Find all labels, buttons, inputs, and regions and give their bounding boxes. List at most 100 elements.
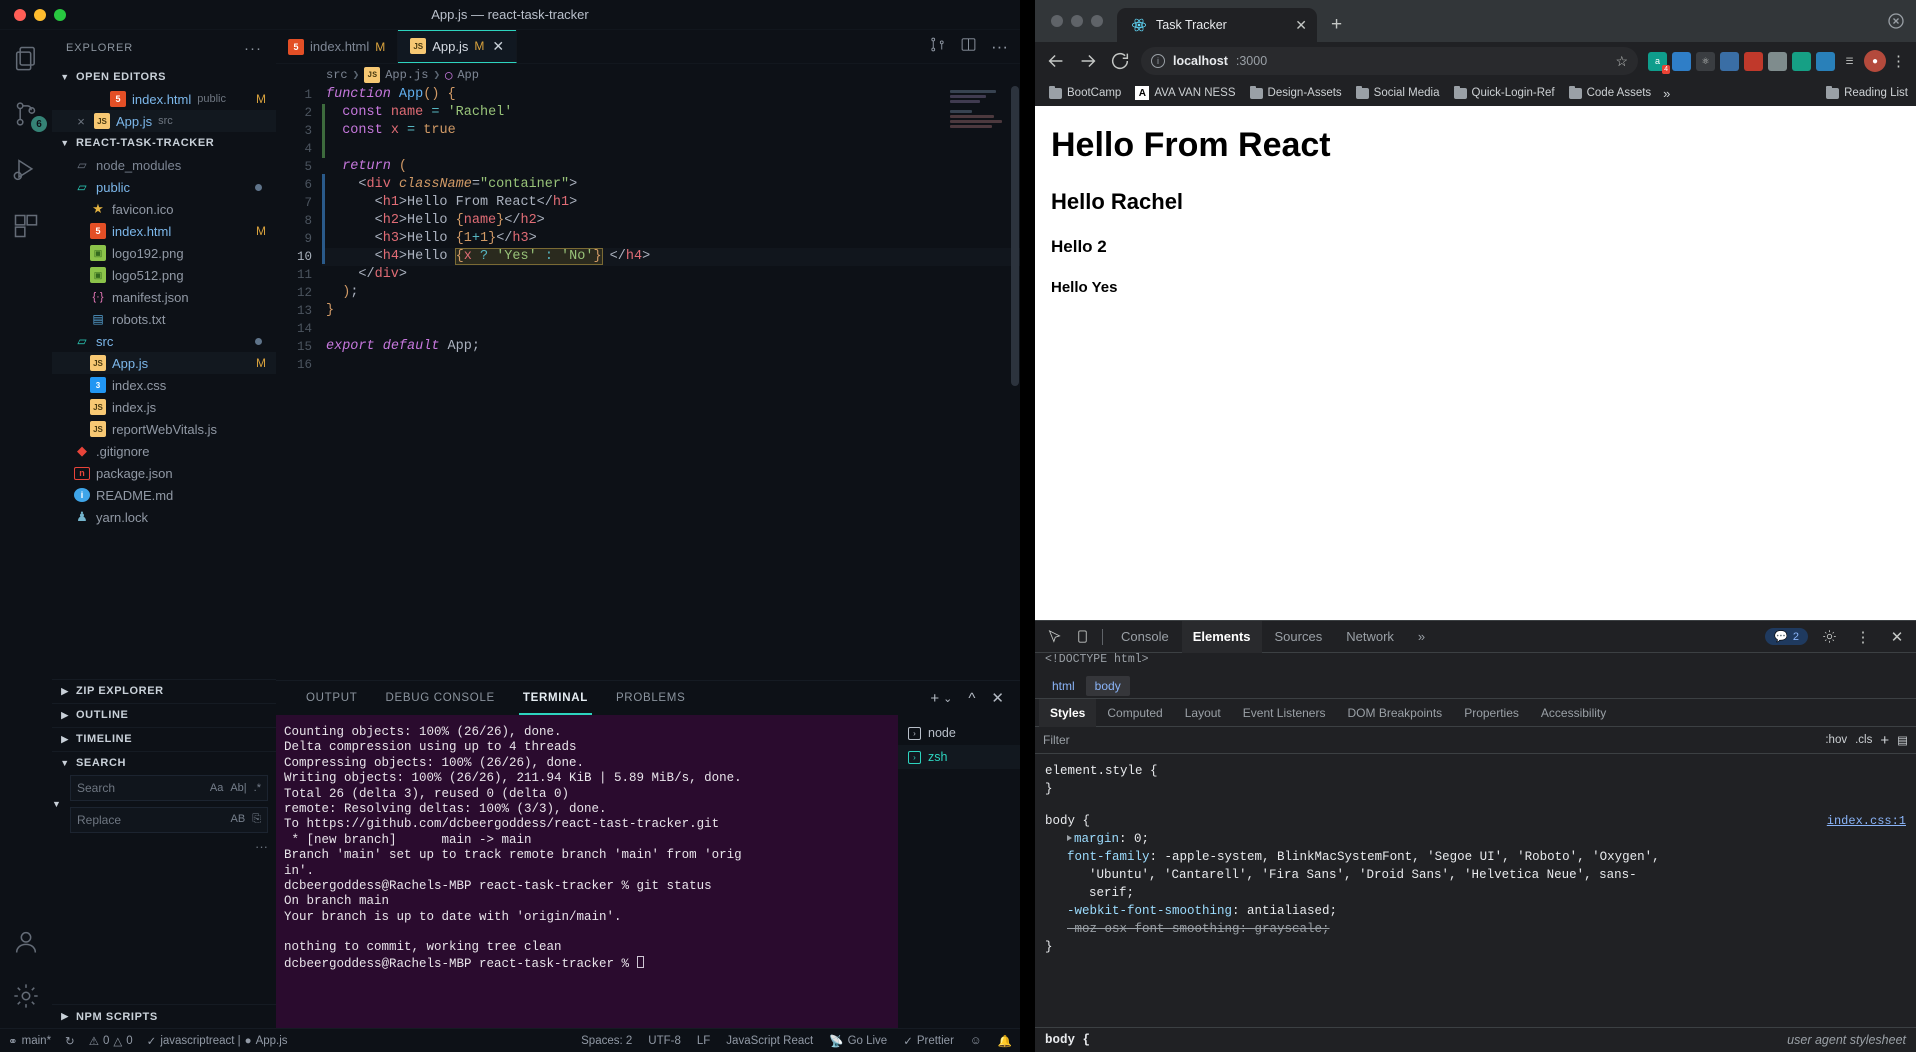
dom-tree-line[interactable]: <!DOCTYPE html> <box>1035 653 1916 673</box>
tab-computed[interactable]: Computed <box>1096 699 1173 727</box>
regex-icon[interactable]: .* <box>254 782 261 794</box>
status-encoding[interactable]: UTF-8 <box>648 1035 681 1047</box>
accounts-icon[interactable] <box>12 928 40 956</box>
bookmark-design-assets[interactable]: Design-Assets <box>1244 85 1348 101</box>
tab-output[interactable]: OUTPUT <box>292 681 371 715</box>
device-toolbar-icon[interactable] <box>1069 625 1095 649</box>
bookmark-quick-login-ref[interactable]: Quick-Login-Ref <box>1448 85 1561 101</box>
section-zip-explorer[interactable]: ▶ ZIP EXPLORER <box>52 678 276 703</box>
tab-properties[interactable]: Properties <box>1453 699 1530 727</box>
tree-item-node-modules[interactable]: ▱ node_modules <box>52 154 276 176</box>
new-terminal-icon[interactable]: + <box>930 690 939 707</box>
css-property[interactable]: margin <box>1074 832 1119 846</box>
css-property-disabled[interactable]: -moz-osx-font-smoothing <box>1067 922 1240 936</box>
terminal-session-zsh[interactable]: › zsh <box>898 745 1020 769</box>
extension-icon-window[interactable] <box>1720 51 1739 71</box>
close-icon[interactable]: × <box>74 114 88 129</box>
source-control-icon[interactable]: 6 <box>12 100 47 132</box>
browser-menu-icon[interactable]: ⋮ <box>1891 52 1906 70</box>
css-value-disabled[interactable]: grayscale; <box>1255 922 1330 936</box>
rule-body[interactable]: index.css:1 body { margin: 0; font-family… <box>1045 812 1906 956</box>
css-value[interactable]: antialiased; <box>1247 904 1337 918</box>
terminal-dropdown-icon[interactable]: ⌄ <box>943 692 952 705</box>
match-word-icon[interactable]: Ab| <box>230 782 246 794</box>
styles-rules[interactable]: element.style { } index.css:1 body { marg… <box>1035 754 1916 1027</box>
extension-icon-list[interactable]: ☰ <box>1840 52 1859 71</box>
extension-icon-pin[interactable] <box>1816 51 1835 71</box>
open-editor-index-html[interactable]: 5 index.html public M <box>52 88 276 110</box>
minimap[interactable] <box>950 90 1012 136</box>
section-search[interactable]: ▼ SEARCH <box>52 750 276 775</box>
tab-overflow-icon[interactable]: » <box>1407 621 1436 653</box>
replace-input[interactable]: Replace AB ⎘ <box>70 806 268 833</box>
tab-dom-breakpoints[interactable]: DOM Breakpoints <box>1336 699 1453 727</box>
extension-icon-a[interactable]: a4 <box>1648 51 1670 74</box>
editor-more-icon[interactable]: ··· <box>991 38 1008 55</box>
tree-item-src[interactable]: ▱ src <box>52 330 276 352</box>
status-eslint[interactable]: ✓ javascriptreact | ● App.js <box>147 1034 288 1048</box>
notifications-bell-icon[interactable]: 🔔 <box>998 1034 1012 1048</box>
section-open-editors[interactable]: ▼ OPEN EDITORS <box>52 66 276 88</box>
reload-icon[interactable] <box>1109 50 1131 72</box>
section-timeline[interactable]: ▶ TIMELINE <box>52 726 276 751</box>
expand-icon[interactable] <box>1067 835 1072 841</box>
tree-item-robots-txt[interactable]: ▤ robots.txt <box>52 308 276 330</box>
tab-sources[interactable]: Sources <box>1264 621 1334 653</box>
css-property[interactable]: font-family <box>1067 850 1150 864</box>
computed-sidebar-toggle-icon[interactable]: ▤ <box>1897 733 1908 747</box>
bookmarks-overflow-icon[interactable]: » <box>1659 86 1674 101</box>
explorer-more-icon[interactable]: ··· <box>244 40 262 57</box>
crumb-html[interactable]: html <box>1043 676 1084 696</box>
preserve-case-icon[interactable]: AB <box>231 813 246 826</box>
status-problems[interactable]: ⚠ 0 △ 0 <box>89 1034 133 1048</box>
new-tab-button[interactable]: + <box>1331 14 1342 36</box>
css-value[interactable]: 0; <box>1134 832 1149 846</box>
extension-icon-tool[interactable] <box>1768 51 1787 71</box>
breadcrumb-folder[interactable]: src <box>326 68 348 82</box>
tree-item-index-html[interactable]: 5 index.html M <box>52 220 276 242</box>
hov-button[interactable]: :hov <box>1825 734 1847 746</box>
tree-item-yarn-lock[interactable]: ♟ yarn.lock <box>52 506 276 528</box>
cls-button[interactable]: .cls <box>1855 734 1872 746</box>
browser-tab[interactable]: Task Tracker ✕ <box>1117 8 1317 42</box>
settings-gear-icon[interactable] <box>12 982 40 1010</box>
window-traffic-lights[interactable] <box>14 8 66 21</box>
tab-accessibility[interactable]: Accessibility <box>1530 699 1617 727</box>
tree-item-reportwebvitals-js[interactable]: JS reportWebVitals.js <box>52 418 276 440</box>
status-spaces[interactable]: Spaces: 2 <box>581 1035 632 1047</box>
avatar[interactable]: ● <box>1864 50 1886 72</box>
dom-breadcrumbs[interactable]: html body <box>1035 673 1916 699</box>
inspect-element-icon[interactable] <box>1041 625 1067 649</box>
close-tab-icon[interactable]: ✕ <box>492 38 504 55</box>
tree-item-package-json[interactable]: n package.json <box>52 462 276 484</box>
close-window-button[interactable] <box>14 8 26 21</box>
run-debug-icon[interactable] <box>12 156 40 184</box>
breadcrumb-file[interactable]: App.js <box>385 68 428 82</box>
toggle-replace-icon[interactable]: ▼ <box>52 775 70 809</box>
search-input[interactable]: Search Aa Ab| .* <box>70 774 268 801</box>
tab-problems[interactable]: PROBLEMS <box>602 681 700 715</box>
extension-icon-teal[interactable] <box>1792 51 1811 71</box>
search-more-icon[interactable]: ··· <box>70 839 268 854</box>
status-prettier[interactable]: ✓ Prettier <box>903 1034 954 1048</box>
css-property[interactable]: -webkit-font-smoothing <box>1067 904 1232 918</box>
status-eol[interactable]: LF <box>697 1035 710 1047</box>
tab-index-html[interactable]: 5 index.html M <box>276 30 399 63</box>
tab-layout[interactable]: Layout <box>1174 699 1232 727</box>
close-tab-icon[interactable]: ✕ <box>1279 17 1307 34</box>
bookmark-bootcamp[interactable]: BootCamp <box>1043 85 1127 101</box>
tab-console[interactable]: Console <box>1110 621 1180 653</box>
status-sync[interactable]: ↻ <box>65 1034 75 1048</box>
tree-item-logo512-png[interactable]: ▣ logo512.png <box>52 264 276 286</box>
tab-terminal[interactable]: TERMINAL <box>509 681 602 715</box>
extension-icon-red[interactable] <box>1744 51 1763 71</box>
activity-bar[interactable]: 6 <box>0 30 52 1028</box>
tab-debug-console[interactable]: DEBUG CONSOLE <box>371 681 508 715</box>
bookmark-social-media[interactable]: Social Media <box>1350 85 1446 101</box>
code-lines[interactable]: function App() { const name = 'Rachel' c… <box>322 86 1020 374</box>
code-editor[interactable]: 1 2 3 4 5 6 7 8 9 10 11 12 13 14 15 16 function App() {… <box>276 86 1020 680</box>
tree-item-index-js[interactable]: JS index.js <box>52 396 276 418</box>
filter-input[interactable]: Filter <box>1043 733 1817 747</box>
settings-gear-icon[interactable] <box>1816 625 1842 649</box>
css-value[interactable]: -apple-system, BlinkMacSystemFont, 'Sego… <box>1165 850 1660 864</box>
